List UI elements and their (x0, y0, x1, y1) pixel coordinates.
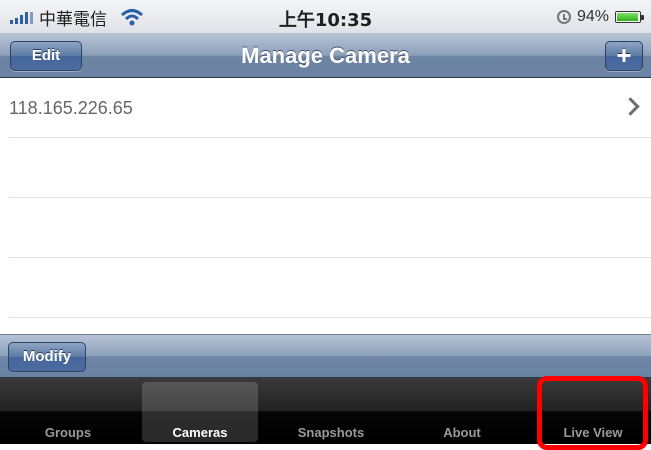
clock: 上午10:35 (0, 6, 651, 32)
page-title: Manage Camera (241, 43, 410, 68)
battery-fill (617, 13, 638, 21)
add-camera-button[interactable]: + (605, 41, 643, 71)
status-bar: 中華電信 上午10:35 94% (0, 0, 651, 34)
battery-icon (615, 11, 644, 23)
camera-list: 118.165.226.65 (0, 78, 651, 318)
live-view-highlight-annotation (537, 376, 648, 450)
tab-about[interactable]: About (401, 378, 523, 444)
modify-button[interactable]: Modify (8, 342, 86, 372)
battery-percent: 94% (576, 8, 609, 25)
tab-label: About (443, 425, 481, 440)
empty-row (9, 258, 651, 318)
tab-label: Snapshots (297, 425, 365, 440)
tab-cameras[interactable]: Cameras (139, 378, 261, 444)
tab-label: Cameras (172, 425, 228, 440)
clock-text: 上午10:35 (278, 10, 373, 31)
camera-row[interactable]: 118.165.226.65 (9, 78, 651, 138)
empty-row (9, 138, 651, 198)
navigation-bar: Manage Camera Edit + (0, 34, 651, 78)
tab-groups[interactable]: Groups (7, 378, 129, 444)
tab-label: Groups (44, 425, 92, 440)
tab-snapshots[interactable]: Snapshots (270, 378, 392, 444)
status-right: 94% (556, 6, 644, 28)
bottom-toolbar: Modify (0, 334, 651, 378)
disclosure-chevron-icon (621, 97, 640, 116)
camera-address: 118.165.226.65 (9, 98, 133, 118)
edit-button[interactable]: Edit (10, 41, 82, 71)
rotation-lock-icon (556, 10, 571, 24)
empty-row (9, 198, 651, 258)
